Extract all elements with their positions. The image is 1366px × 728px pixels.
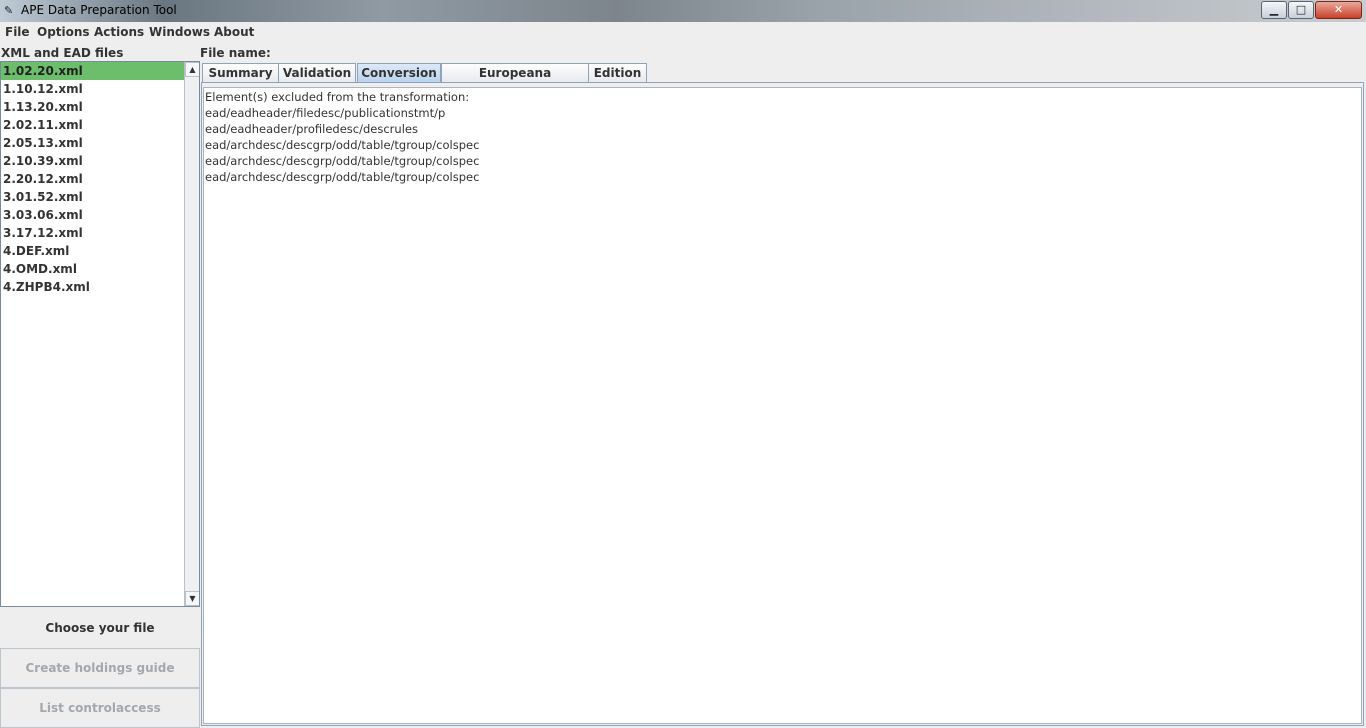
output-line: ead/eadheader/profiledesc/descrules <box>205 122 418 136</box>
file-list-item[interactable]: 1.13.20.xml <box>1 98 184 116</box>
create-holdings-guide-button[interactable]: Create holdings guide <box>0 648 200 688</box>
file-list-item[interactable]: 2.10.39.xml <box>1 152 184 170</box>
conversion-panel: Element(s) excluded from the transformat… <box>201 82 1364 726</box>
file-list-item[interactable]: 3.03.06.xml <box>1 206 184 224</box>
file-list-item[interactable]: 2.05.13.xml <box>1 134 184 152</box>
tab-edition[interactable]: Edition <box>588 63 647 83</box>
minimize-button[interactable]: ▁ <box>1261 1 1287 19</box>
list-controlaccess-button[interactable]: List controlaccess <box>0 688 200 728</box>
conversion-output-text[interactable]: Element(s) excluded from the transformat… <box>203 87 1362 724</box>
tab-conversion[interactable]: Conversion <box>357 63 441 83</box>
menu-options[interactable]: Options <box>37 25 90 39</box>
file-list-item[interactable]: 2.02.11.xml <box>1 116 184 134</box>
file-list-item[interactable]: 4.OMD.xml <box>1 260 184 278</box>
file-list-item[interactable]: 3.01.52.xml <box>1 188 184 206</box>
file-list-item[interactable]: 4.DEF.xml <box>1 242 184 260</box>
file-list[interactable]: 1.02.20.xml 1.10.12.xml 1.13.20.xml 2.02… <box>0 61 200 607</box>
window-title: APE Data Preparation Tool <box>21 3 177 17</box>
file-list-item[interactable]: 1.02.20.xml <box>1 62 184 80</box>
output-line: ead/archdesc/descgrp/odd/table/tgroup/co… <box>205 138 480 152</box>
tab-europeana-conversion[interactable]: Europeana conversion <box>441 63 589 98</box>
menu-windows[interactable]: Windows <box>149 25 210 39</box>
scroll-down-arrow-icon[interactable]: ▼ <box>185 591 199 606</box>
tab-validation[interactable]: Validation <box>278 63 356 83</box>
output-line: ead/archdesc/descgrp/odd/table/tgroup/co… <box>205 170 480 184</box>
choose-file-button[interactable]: Choose your file <box>0 609 200 648</box>
file-list-item[interactable]: 4.ZHPB4.xml <box>1 278 184 296</box>
file-name-label: File name: <box>200 46 271 60</box>
file-list-scrollbar[interactable]: ▲ ▼ <box>184 62 199 606</box>
menu-file[interactable]: File <box>5 25 30 39</box>
file-list-item[interactable]: 3.17.12.xml <box>1 224 184 242</box>
app-icon: ✎ <box>4 4 14 17</box>
maximize-button[interactable]: □ <box>1288 1 1314 19</box>
output-line: ead/eadheader/filedesc/publicationstmt/p <box>205 106 446 120</box>
close-button[interactable]: ✕ <box>1315 1 1362 19</box>
file-list-item[interactable]: 1.10.12.xml <box>1 80 184 98</box>
menu-about[interactable]: About <box>214 25 254 39</box>
output-line: ead/archdesc/descgrp/odd/table/tgroup/co… <box>205 154 480 168</box>
menu-actions[interactable]: Actions <box>94 25 144 39</box>
file-list-item[interactable]: 2.20.12.xml <box>1 170 184 188</box>
files-panel-label: XML and EAD files <box>1 46 124 60</box>
tab-summary[interactable]: Summary <box>202 63 279 83</box>
scroll-up-arrow-icon[interactable]: ▲ <box>185 62 199 77</box>
title-bar: ✎ APE Data Preparation Tool ▁ □ ✕ <box>0 0 1366 22</box>
menu-bar: File Options Actions Windows About <box>0 22 1366 43</box>
output-line: Element(s) excluded from the transformat… <box>205 90 470 104</box>
